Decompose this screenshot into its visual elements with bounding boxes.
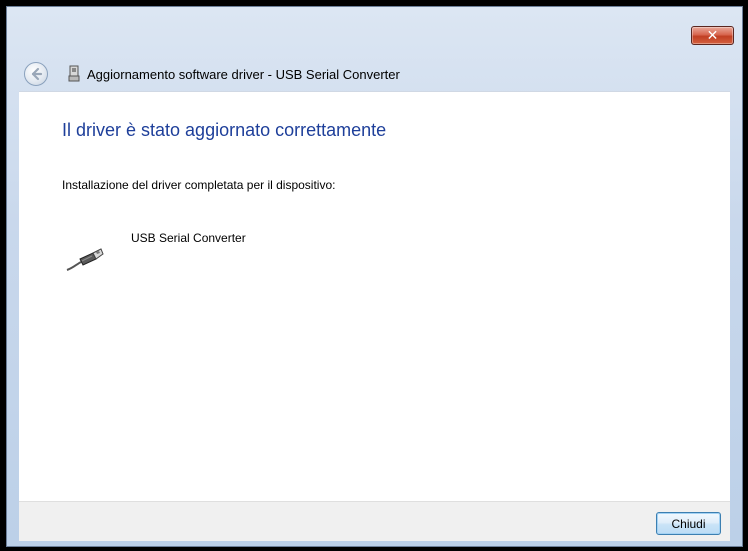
usb-connector-icon bbox=[65, 64, 83, 84]
usb-cable-icon bbox=[66, 248, 104, 271]
content-area: Il driver è stato aggiornato correttamen… bbox=[19, 91, 730, 501]
page-heading: Il driver è stato aggiornato correttamen… bbox=[62, 120, 387, 140]
back-button[interactable] bbox=[24, 62, 48, 86]
device-name: USB Serial Converter bbox=[131, 231, 246, 245]
driver-update-dialog: ✕ Aggiornamento software driver - USB Se… bbox=[6, 6, 743, 547]
window-title: Aggiornamento software driver - USB Seri… bbox=[87, 67, 400, 82]
window-close-button[interactable]: ✕ bbox=[691, 26, 734, 45]
close-icon: ✕ bbox=[706, 27, 719, 43]
close-button[interactable]: Chiudi bbox=[656, 512, 721, 535]
button-bar: Chiudi bbox=[19, 501, 730, 541]
back-arrow-icon bbox=[31, 67, 43, 81]
status-message: Installazione del driver completata per … bbox=[62, 178, 336, 192]
title-bar: ✕ Aggiornamento software driver - USB Se… bbox=[7, 7, 742, 91]
